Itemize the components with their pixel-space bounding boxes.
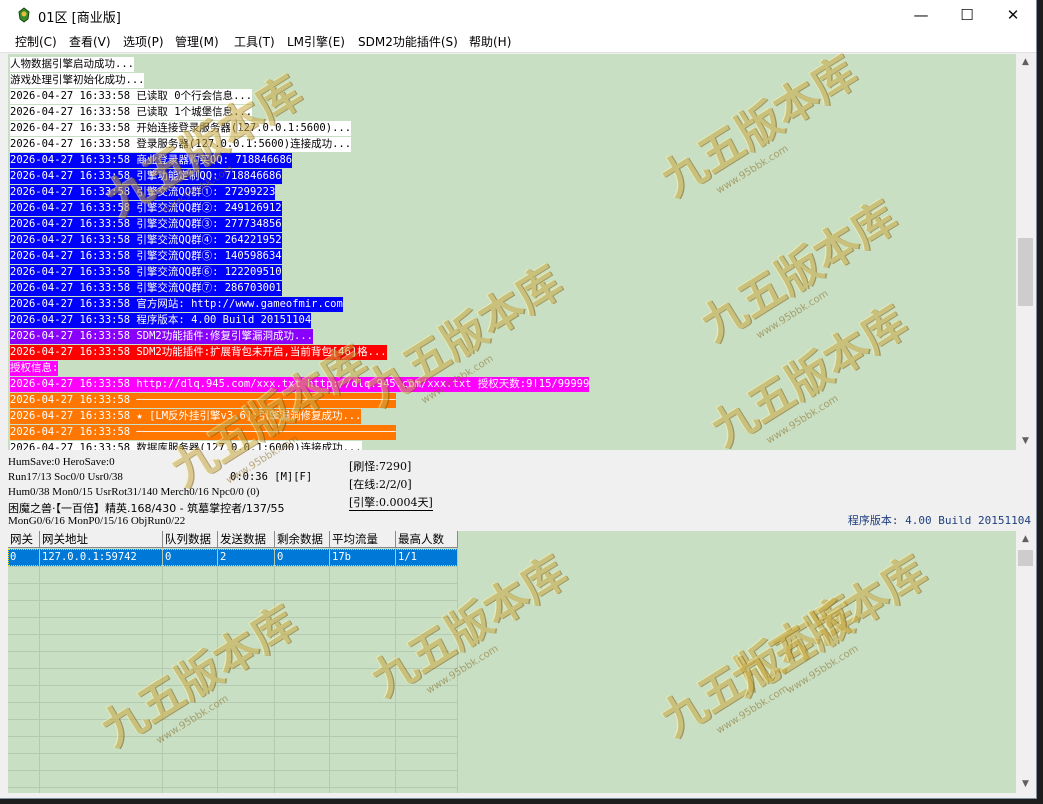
menu-help[interactable]: 帮助(H) (469, 33, 511, 50)
scroll-down-icon[interactable]: ▼ (1017, 433, 1034, 450)
log-line: 2026-04-27 16:33:58 SDM2功能插件:扩展背包未开启,当前背… (10, 345, 387, 360)
log-line: 2026-04-27 16:33:58 ────────────────────… (10, 425, 396, 440)
gateway-grid[interactable]: 网关 网关地址 队列数据 发送数据 剩余数据 平均流量 最高人数 0 127.0.0.1:597… (8, 531, 459, 793)
log-pane[interactable]: 人物数据引擎启动成功... 游戏处理引擎初始化成功... 2026-04-27 16… (8, 54, 1016, 450)
status-timer: 0:0:36 [M][F] (230, 471, 313, 483)
grid-header[interactable]: 平均流量 (330, 531, 396, 548)
log-line: 2026-04-27 16:33:58 引擎交流QQ群②: 249126912 (10, 201, 282, 216)
grid-rule (8, 566, 458, 567)
program-version: 程序版本: 4.00 Build 20151104 (847, 514, 1031, 527)
grid-rule (8, 634, 458, 635)
grid-rule (8, 753, 458, 754)
log-line: 2026-04-27 16:33:58 ────────────────────… (10, 393, 396, 408)
status-run: Run17/13 Soc0/0 Usr0/38 (8, 471, 123, 483)
grid-col-rule (274, 548, 275, 793)
grid-rule (8, 770, 458, 771)
grid-scroll-up-icon[interactable]: ▲ (1017, 531, 1034, 548)
grid-col-rule (395, 548, 396, 793)
menu-view[interactable]: 查看(V) (69, 33, 111, 50)
status-panel: HumSave:0 HeroSave:0 Run17/13 Soc0/0 Usr… (8, 452, 1035, 528)
scroll-thumb[interactable] (1018, 238, 1033, 306)
grid-cell: 17b (332, 551, 351, 563)
app-icon (18, 7, 30, 23)
log-line: 2026-04-27 16:33:58 引擎交流QQ群⑤: 140598634 (10, 249, 282, 264)
menu-tools[interactable]: 工具(T) (234, 33, 275, 50)
grid-rule (8, 787, 458, 788)
grid-cell: 127.0.0.1:59742 (42, 551, 137, 563)
log-line: 2026-04-27 16:33:58 引擎交流QQ群⑦: 286703001 (10, 281, 282, 296)
grid-header[interactable]: 队列数据 (163, 531, 218, 548)
grid-col-rule (217, 548, 218, 793)
log-line: 2026-04-27 16:33:58 登录服务器(127.0.0.1:5600… (10, 137, 352, 152)
grid-rule (8, 600, 458, 601)
refresh-count: [刷怪:7290] (349, 460, 412, 473)
menu-options[interactable]: 选项(P) (123, 33, 164, 50)
log-line: 2026-04-27 16:33:58 引擎交流QQ群③: 277734856 (10, 217, 282, 232)
grid-cell: 1/1 (398, 551, 417, 563)
grid-col-rule (457, 548, 458, 793)
menu-control[interactable]: 控制(C) (15, 33, 57, 50)
grid-rule (8, 583, 458, 584)
grid-rule (8, 736, 458, 737)
scroll-up-icon[interactable]: ▲ (1017, 54, 1034, 71)
grid-header[interactable]: 网关地址 (40, 531, 163, 548)
grid-header[interactable]: 最高人数 (396, 531, 458, 548)
log-line: 2026-04-27 16:33:58 官方网站: http://www.gam… (10, 297, 343, 312)
menu-manage[interactable]: 管理(M) (175, 33, 219, 50)
log-line: 2026-04-27 16:33:58 ★ [LM反外挂引擎v3.6]:引擎漏洞… (10, 409, 362, 424)
grid-scrollbar[interactable]: ▲ ▼ (1017, 531, 1034, 793)
status-mong: MonG0/6/16 MonP0/15/16 ObjRun0/22 (8, 515, 186, 527)
log-line: 2026-04-27 16:33:58 SDM2功能插件:修复引擎漏洞成功... (10, 329, 314, 344)
grid-rule (8, 719, 458, 720)
log-line: 2026-04-27 16:33:58 引擎交流QQ群①: 27299223 (10, 185, 276, 200)
grid-cell: 0 (10, 551, 17, 563)
status-monster: 困魔之兽·【一百倍】精英.168/430 - 筑墓掌控者/137/55 (8, 502, 285, 515)
log-line: 2026-04-27 16:33:58 http://dlq.945.com/x… (10, 377, 590, 392)
grid-rule (8, 668, 458, 669)
window-title: 01区 [商业版] (38, 11, 121, 26)
grid-col-rule (39, 548, 40, 793)
grid-cell: 0 (277, 551, 284, 563)
log-line: 游戏处理引擎初始化成功... (10, 73, 145, 88)
grid-scroll-thumb[interactable] (1018, 550, 1033, 566)
grid-header[interactable]: 发送数据 (218, 531, 275, 548)
menu-lm-engine[interactable]: LM引擎(E) (287, 33, 345, 50)
grid-header[interactable]: 剩余数据 (275, 531, 330, 548)
minimize-button[interactable]: — (898, 0, 944, 30)
grid-col-rule (329, 548, 330, 793)
grid-rule (8, 702, 458, 703)
log-line: 2026-04-27 16:33:58 开始连接登录服务器(127.0.0.1:… (10, 121, 352, 136)
log-line: 授权信息: (10, 361, 59, 376)
gateway-pane: 网关 网关地址 队列数据 发送数据 剩余数据 平均流量 最高人数 0 127.0.0.1:597… (8, 531, 1016, 793)
status-hum: Hum0/38 Mon0/15 UsrRot31/140 Merch0/16 N… (8, 486, 260, 498)
menu-sdm2-plugin[interactable]: SDM2功能插件(S) (358, 33, 458, 50)
grid-cell: 0 (165, 551, 172, 563)
grid-cell: 2 (220, 551, 227, 563)
log-line: 2026-04-27 16:33:58 程序版本: 4.00 Build 201… (10, 313, 312, 328)
log-line: 2026-04-27 16:33:58 数据库服务器(127.0.0.1:600… (10, 441, 362, 450)
grid-rule (8, 651, 458, 652)
log-line: 2026-04-27 16:33:58 已读取 0个行会信息... (10, 89, 253, 104)
menu-bar: 控制(C) 查看(V) 选项(P) 管理(M) 工具(T) LM引擎(E) SD… (0, 30, 1036, 53)
grid-scroll-down-icon[interactable]: ▼ (1017, 776, 1034, 793)
log-line: 2026-04-27 16:33:58 商业登录器购买QQ: 718846686 (10, 153, 293, 168)
maximize-button[interactable]: ☐ (944, 0, 990, 30)
grid-rule (8, 685, 458, 686)
title-bar[interactable]: 01区 [商业版] — ☐ ✕ (0, 0, 1036, 30)
close-button[interactable]: ✕ (990, 0, 1036, 30)
grid-col-rule (162, 548, 163, 793)
log-line: 人物数据引擎启动成功... (10, 57, 134, 72)
log-scrollbar[interactable]: ▲ ▼ (1017, 54, 1034, 450)
server-window: 01区 [商业版] — ☐ ✕ 控制(C) 查看(V) 选项(P) 管理(M) … (0, 0, 1037, 799)
log-line: 2026-04-27 16:33:58 已读取 1个城堡信息... (10, 105, 253, 120)
engine-days: [引擎:0.0004天] (349, 496, 433, 511)
grid-header[interactable]: 网关 (8, 531, 40, 548)
grid-rule (8, 617, 458, 618)
status-save: HumSave:0 HeroSave:0 (8, 456, 115, 468)
online-count: [在线:2/2/0] (349, 478, 412, 491)
log-line: 2026-04-27 16:33:58 引擎交流QQ群④: 264221952 (10, 233, 282, 248)
log-line: 2026-04-27 16:33:58 引擎功能定制QQ: 718846686 (10, 169, 282, 184)
log-line: 2026-04-27 16:33:58 引擎交流QQ群⑥: 122209510 (10, 265, 282, 280)
